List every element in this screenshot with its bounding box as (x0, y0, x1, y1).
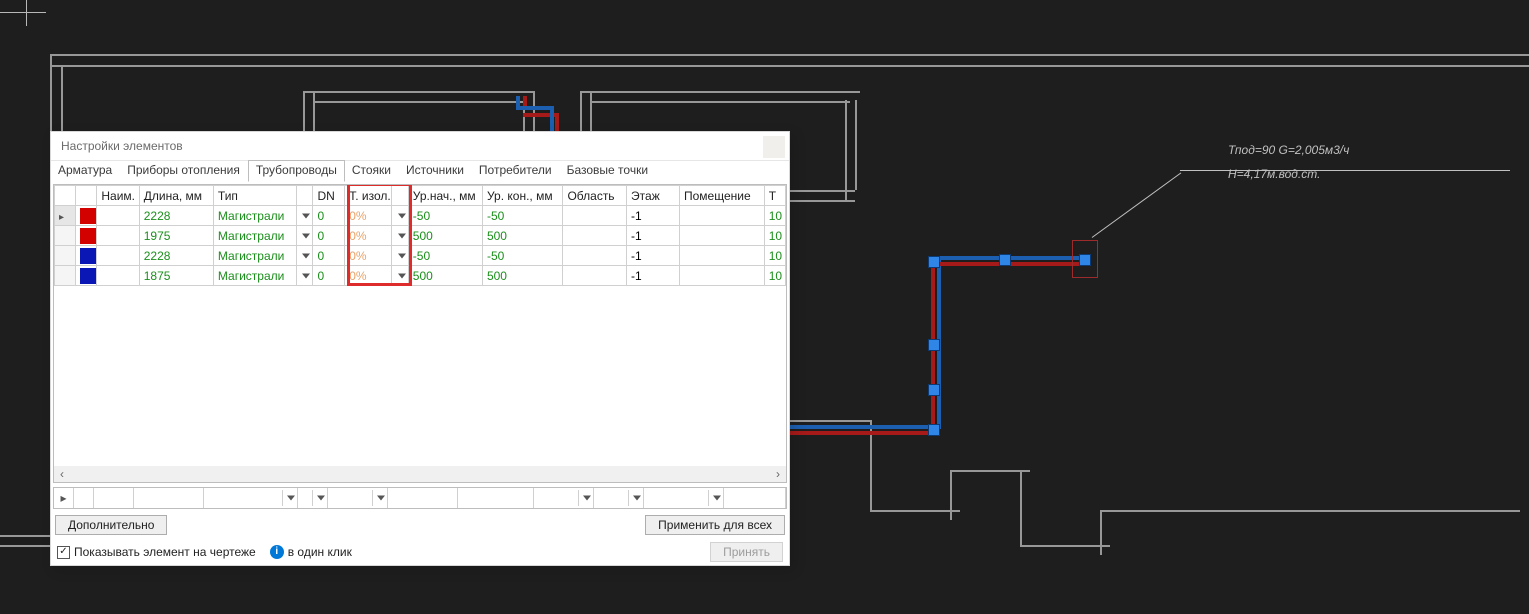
table-row[interactable]: 1975Магистрали00%500500-110 (55, 226, 786, 246)
type-dropdown[interactable] (296, 246, 313, 266)
pipe-annotation: Тпод=90 G=2,005м3/ч H=4,17м.вод.ст. (1228, 138, 1349, 186)
tizol-dropdown[interactable] (391, 266, 408, 286)
tab-consumers[interactable]: Потребители (472, 161, 560, 182)
col-area[interactable]: Область (563, 186, 627, 206)
selection-rect (1072, 240, 1098, 278)
scroll-right-button[interactable]: › (770, 466, 786, 482)
show-on-drawing-label: Показывать элемент на чертеже (74, 545, 256, 559)
tab-base-points[interactable]: Базовые точки (560, 161, 656, 182)
table-row[interactable]: 2228Магистрали00%-50-50-110 (55, 246, 786, 266)
col-dn[interactable]: DN (313, 186, 345, 206)
tab-bar: Арматура Приборы отопления Трубопроводы … (51, 160, 789, 182)
one-click-label: в один клик (288, 545, 352, 559)
pipe-color-swatch (80, 248, 96, 264)
filter-row[interactable]: ▸ (53, 487, 787, 509)
element-settings-dialog: Настройки элементов Арматура Приборы ото… (50, 131, 790, 566)
grip-handle[interactable] (928, 256, 940, 268)
accept-button[interactable]: Принять (710, 542, 783, 562)
grip-handle[interactable] (928, 384, 940, 396)
tab-risers[interactable]: Стояки (345, 161, 399, 182)
grip-handle[interactable] (928, 424, 940, 436)
pipe-color-swatch (80, 208, 96, 224)
horizontal-scrollbar[interactable]: ‹ › (54, 466, 786, 482)
col-type[interactable]: Тип (213, 186, 296, 206)
col-level-start[interactable]: Ур.нач., мм (408, 186, 482, 206)
tizol-dropdown[interactable] (391, 226, 408, 246)
col-name[interactable]: Наим. (97, 186, 139, 206)
grip-handle[interactable] (999, 254, 1011, 266)
apply-all-button[interactable]: Применить для всех (645, 515, 785, 535)
scroll-left-button[interactable]: ‹ (54, 466, 70, 482)
pipe-color-swatch (80, 228, 96, 244)
extra-button[interactable]: Дополнительно (55, 515, 167, 535)
dialog-title: Настройки элементов (51, 132, 789, 160)
annotation-line1: Тпод=90 G=2,005м3/ч (1228, 138, 1349, 162)
show-on-drawing-checkbox[interactable]: ✓ Показывать элемент на чертеже i в один… (57, 545, 352, 559)
tab-pipelines[interactable]: Трубопроводы (248, 160, 345, 182)
tizol-dropdown[interactable] (391, 206, 408, 226)
filter-marker: ▸ (54, 488, 74, 508)
tizol-dropdown[interactable] (391, 246, 408, 266)
pipe-color-swatch (80, 268, 96, 284)
col-floor[interactable]: Этаж (627, 186, 680, 206)
type-dropdown[interactable] (296, 226, 313, 246)
info-icon: i (270, 545, 284, 559)
annotation-line2: H=4,17м.вод.ст. (1228, 162, 1349, 186)
tab-sources[interactable]: Источники (399, 161, 472, 182)
type-dropdown[interactable] (296, 206, 313, 226)
col-length[interactable]: Длина, мм (139, 186, 213, 206)
col-room[interactable]: Помещение (680, 186, 765, 206)
type-dropdown[interactable] (296, 266, 313, 286)
close-button[interactable] (763, 136, 785, 158)
col-tizol[interactable]: Т. изол. (345, 186, 392, 206)
tab-heating-devices[interactable]: Приборы отопления (120, 161, 248, 182)
table-row[interactable]: 2228Магистрали00%-50-50-110 (55, 206, 786, 226)
table-row[interactable]: 1875Магистрали00%500500-110 (55, 266, 786, 286)
pipeline-grid: Наим. Длина, мм Тип DN Т. изол. Ур.нач.,… (53, 184, 787, 483)
col-level-end[interactable]: Ур. кон., мм (482, 186, 563, 206)
col-t[interactable]: Т (764, 186, 785, 206)
tab-armatura[interactable]: Арматура (51, 161, 120, 182)
grip-handle[interactable] (928, 339, 940, 351)
